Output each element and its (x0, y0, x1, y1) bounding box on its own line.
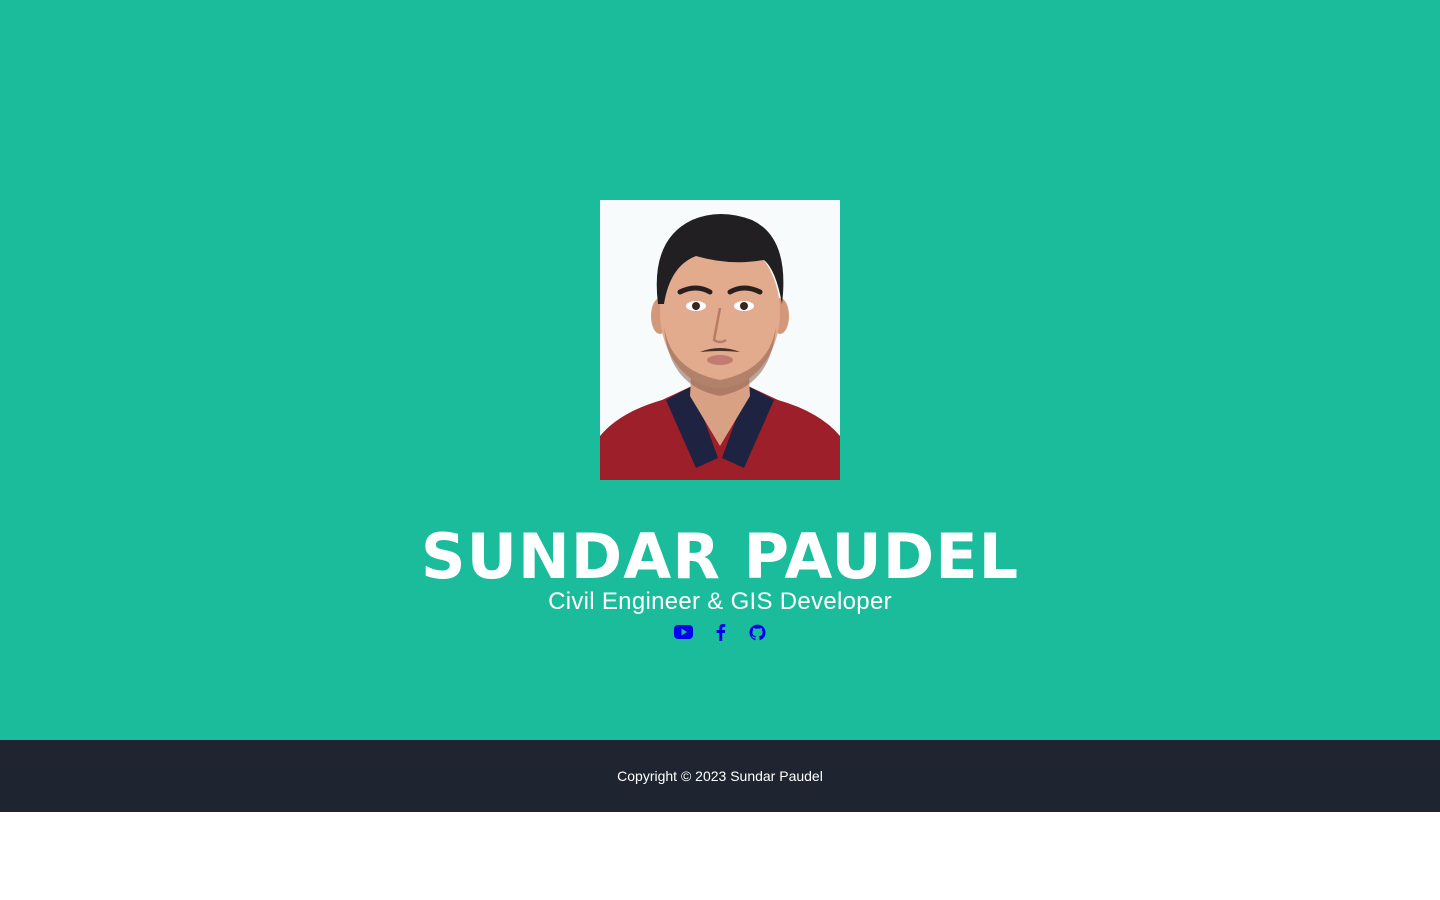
facebook-icon (716, 624, 725, 641)
site-footer: Copyright © 2023 Sundar Paudel (0, 740, 1440, 812)
youtube-icon (673, 625, 693, 639)
facebook-link[interactable] (711, 622, 730, 642)
profile-photo (600, 200, 840, 480)
github-icon (748, 624, 766, 640)
copyright-text: Copyright © 2023 Sundar Paudel (617, 768, 823, 784)
social-links (0, 621, 1440, 643)
youtube-link[interactable] (673, 622, 693, 642)
github-link[interactable] (748, 622, 767, 642)
profile-tagline: Civil Engineer & GIS Developer (548, 588, 892, 615)
hero-section: SUNDAR PAUDEL Civil Engineer & GIS Devel… (0, 0, 1440, 740)
profile-name: SUNDAR PAUDEL (420, 520, 1020, 593)
